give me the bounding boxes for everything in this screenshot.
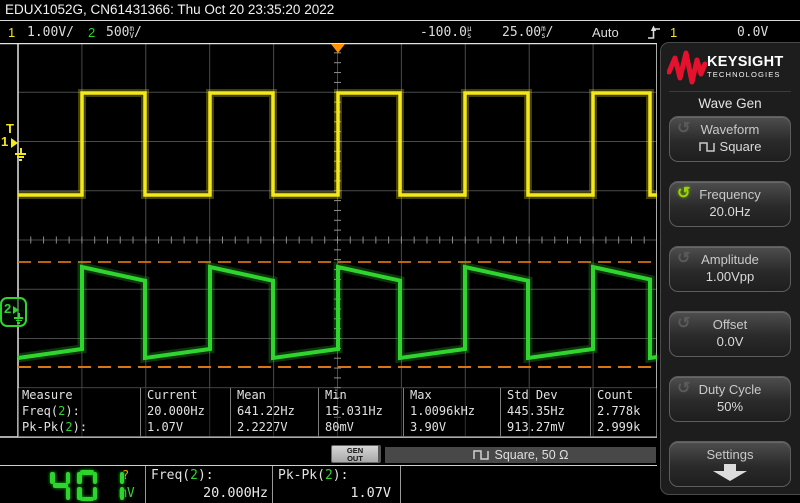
measure-row-label: Freq(2): [22,404,80,418]
keysight-logo-icon [667,50,707,85]
measure-header: Measure [22,388,73,402]
measure-value: 1.0096kHz [410,404,476,418]
ch2-scale[interactable]: 500 m V / [106,25,142,40]
divider [400,466,401,503]
divider [669,91,791,92]
dvm-unit: mV [119,486,135,501]
measure-header: Current [147,388,198,402]
brand-name: KEYSIGHT [707,54,784,70]
title-bar: EDUX1052G, CN61431366: Thu Oct 20 23:35:… [0,0,800,21]
measure-header: Std Dev [507,388,558,402]
freq-readout-label: Freq(2): [151,468,214,483]
softkey-frequency[interactable]: ↺ Frequency 20.0Hz [669,181,791,227]
softkey-value: 0.0V [716,334,744,349]
waveform-display: T 1 2 Measure Current Mean Min Max Std Dev Cou… [0,43,658,439]
softkey-value: 50% [716,399,744,414]
knob-icon: ↺ [677,120,691,137]
softkey-value [670,464,790,484]
divider [272,466,273,503]
trigger-level: 0.0V [737,25,769,40]
channel-status-bar: 1 1.00V/ 2 500 m V / -100.0 µ s 25.00 m s / Auto… [0,22,800,43]
softkey-waveform[interactable]: ↺ Waveform Square [669,116,791,162]
measure-value: 913.27mV [507,420,565,434]
measure-header: Count [597,388,634,402]
dvm-digit [50,470,70,501]
softkey-label: Settings [706,447,754,462]
softkey-duty-cycle[interactable]: ↺ Duty Cycle 50% [669,376,791,422]
knob-icon: ↺ [677,380,691,397]
divider [500,388,501,437]
dvm-seven-segment-display [50,470,124,501]
time-reference-marker[interactable] [331,44,345,53]
instrument-id: EDUX1052G, CN61431366: Thu Oct 20 23:35:… [5,2,335,17]
softkey-value: 20.0Hz [709,204,751,219]
brand-sub: TECHNOLOGIES [707,70,781,79]
knob-icon: ↺ [677,185,691,202]
divider [230,388,231,437]
dvm-digit [77,470,97,501]
measurement-panel: Measure Current Mean Min Max Std Dev Count Freq… [18,388,657,437]
divider [590,388,591,437]
ch1-marker-arrow-icon [11,138,18,148]
measure-value: 15.031Hz [325,404,383,418]
pkpk-readout-value: 1.07V [350,485,391,501]
wavegen-panel: KEYSIGHT TECHNOLOGIES Wave Gen ↺ Wavefor… [660,42,800,495]
measure-value: 2.999k [597,420,641,434]
keysight-brand: KEYSIGHT TECHNOLOGIES [661,48,799,88]
measure-value: 2.778k [597,404,641,418]
ch2-ground-marker[interactable]: 2 [4,301,11,316]
softkey-amplitude[interactable]: ↺ Amplitude 1.00Vpp [669,246,791,292]
panel-title: Wave Gen [698,96,762,111]
square-wave-icon [472,450,489,460]
ch1-button[interactable]: 1 [8,25,15,40]
oscilloscope-screen: EDUX1052G, CN61431366: Thu Oct 20 23:35:… [0,0,800,503]
knob-icon: ↺ [677,315,691,332]
measure-value: 80mV [325,420,354,434]
wavegen-status-strip: Square, 50 Ω [385,447,656,463]
delay-unit: µs [466,24,472,40]
softkey-settings[interactable]: Settings [669,441,791,487]
freq-readout-value: 20.000Hz [202,485,268,501]
timebase-scale: 25.00 m s / [502,24,554,40]
down-arrow-icon [713,464,747,481]
acquisition-mode: Auto [592,25,619,40]
measure-value: 2.2227V [237,420,288,434]
softkey-value: Square [670,139,790,154]
measure-header: Max [410,388,432,402]
measure-value: 445.35Hz [507,404,565,418]
measure-value: 641.22Hz [237,404,295,418]
rising-edge-trigger-icon [648,24,661,44]
scope-graticule-and-traces [0,43,658,438]
ch2-button[interactable]: 2 [88,25,95,40]
gen-out-button[interactable]: GEN OUT [331,445,381,463]
square-wave-icon [698,142,715,152]
softkey-sidebar: KEYSIGHT TECHNOLOGIES Wave Gen ↺ Wavefor… [657,42,800,503]
gen-out-row: GEN OUT Square, 50 Ω [0,439,658,465]
divider [140,388,141,437]
measure-row-label: Pk-Pk(2): [22,420,88,434]
measure-value: 20.000Hz [147,404,205,418]
ch1-scale[interactable]: 1.00V/ [27,25,74,40]
divider [403,388,404,437]
softkey-offset[interactable]: ↺ Offset 0.0V [669,311,791,357]
measure-value: 3.90V [410,420,447,434]
bottom-readout-bar: ? mV Freq(2): 20.000Hz Pk-Pk(2): 1.07V [0,465,658,503]
measure-value: 1.07V [147,420,184,434]
horizontal-delay: -100.0 µ s [420,24,472,40]
softkey-value: 1.00Vpp [705,269,755,284]
ch1-ground-marker[interactable]: 1 [1,134,8,149]
dvm-questionable-flag: ? [122,468,130,482]
knob-icon: ↺ [677,250,691,267]
divider [145,466,146,503]
measure-header: Mean [237,388,266,402]
pkpk-readout-label: Pk-Pk(2): [278,468,349,483]
divider [318,388,319,437]
measure-header: Min [325,388,347,402]
trigger-source: 1 [670,25,678,40]
